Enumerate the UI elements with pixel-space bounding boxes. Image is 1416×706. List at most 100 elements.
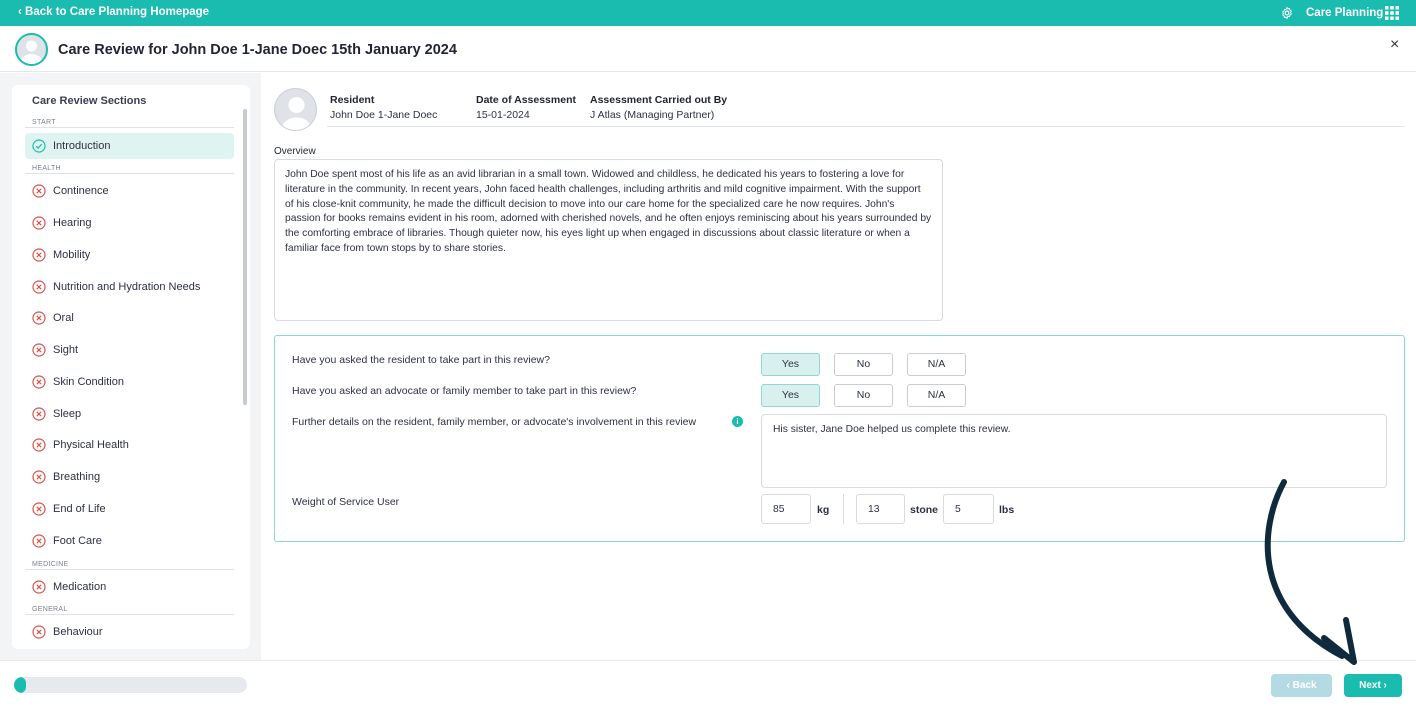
close-icon[interactable]: × bbox=[1390, 36, 1399, 54]
x-circle-icon bbox=[32, 470, 46, 484]
weight-kg-input[interactable]: 85 bbox=[761, 494, 811, 524]
x-circle-icon bbox=[32, 438, 46, 452]
sidebar-item-label: Introduction bbox=[53, 140, 111, 152]
sidebar-item-behaviour[interactable]: Behaviour bbox=[25, 619, 234, 645]
sidebar-item-medication[interactable]: Medication bbox=[25, 574, 234, 600]
sidebar-item-continence[interactable]: Continence bbox=[25, 178, 234, 204]
x-circle-icon bbox=[32, 343, 46, 357]
divider bbox=[25, 127, 234, 128]
involvement-card: Have you asked the resident to take part… bbox=[274, 335, 1405, 542]
question-resident-label: Have you asked the resident to take part… bbox=[292, 354, 550, 366]
group-label-health: HEALTH bbox=[32, 165, 61, 172]
assessor-value: J Atlas (Managing Partner) bbox=[590, 109, 715, 121]
overview-label: Overview bbox=[274, 146, 316, 157]
stone-unit-label: stone bbox=[910, 504, 939, 516]
x-circle-icon bbox=[32, 280, 46, 294]
x-circle-icon bbox=[32, 248, 46, 262]
weight-label: Weight of Service User bbox=[292, 496, 400, 508]
sidebar-item-label: Sight bbox=[53, 344, 79, 356]
sidebar-item-label: Mobility bbox=[53, 249, 91, 261]
divider bbox=[327, 126, 1405, 127]
assessor-label: Assessment Carried out By bbox=[590, 94, 728, 106]
sidebar-item-foot-care[interactable]: Foot Care bbox=[25, 528, 234, 554]
info-icon[interactable]: i bbox=[732, 416, 743, 427]
date-of-assessment-label: Date of Assessment bbox=[476, 94, 576, 106]
user-icon bbox=[280, 97, 313, 130]
x-circle-icon bbox=[32, 311, 46, 325]
next-button[interactable]: Next › bbox=[1344, 674, 1402, 697]
q1-no-button[interactable]: No bbox=[834, 353, 893, 376]
x-circle-icon bbox=[32, 375, 46, 389]
user-icon bbox=[20, 40, 43, 64]
sidebar-item-mobility[interactable]: Mobility bbox=[25, 242, 234, 268]
group-label-general: GENERAL bbox=[32, 606, 68, 613]
group-label-start: START bbox=[32, 119, 56, 126]
sidebar-item-label: Oral bbox=[53, 312, 74, 324]
progress-bar bbox=[14, 677, 247, 693]
q1-na-button[interactable]: N/A bbox=[907, 353, 966, 376]
x-circle-icon bbox=[32, 625, 46, 639]
sidebar-item-label: Sleep bbox=[53, 408, 82, 420]
sidebar-item-breathing[interactable]: Breathing bbox=[25, 464, 234, 490]
divider bbox=[25, 569, 234, 570]
resident-avatar-large bbox=[274, 88, 317, 131]
q2-yes-button[interactable]: Yes bbox=[761, 384, 820, 407]
weight-stone-input[interactable]: 13 bbox=[856, 494, 905, 524]
sidebar-item-sleep[interactable]: Sleep bbox=[25, 401, 234, 427]
sidebar-item-label: Physical Health bbox=[53, 439, 129, 451]
sidebar-scrollbar[interactable] bbox=[243, 109, 247, 405]
question-advocate-label: Have you asked an advocate or family mem… bbox=[292, 385, 637, 397]
overview-textarea[interactable]: John Doe spent most of his life as an av… bbox=[274, 159, 943, 321]
sidebar-item-sight[interactable]: Sight bbox=[25, 337, 234, 363]
q2-na-button[interactable]: N/A bbox=[907, 384, 966, 407]
top-bar: ‹ Back to Care Planning Homepage Care Pl… bbox=[0, 0, 1416, 26]
weight-lbs-input[interactable]: 5 bbox=[943, 494, 994, 524]
sections-card: Care Review Sections START Introduction … bbox=[12, 85, 250, 649]
sidebar-item-label: Medication bbox=[53, 581, 107, 593]
sidebar-item-nutrition[interactable]: Nutrition and Hydration Needs bbox=[25, 274, 234, 300]
page-header: Care Review for John Doe 1-Jane Doec 15t… bbox=[0, 26, 1416, 72]
sidebar-item-label: End of Life bbox=[53, 503, 106, 515]
app-name: Care Planning bbox=[1306, 7, 1384, 19]
divider bbox=[25, 614, 234, 615]
back-button[interactable]: ‹ Back bbox=[1271, 674, 1332, 697]
sidebar-item-label: Skin Condition bbox=[53, 376, 124, 388]
divider bbox=[843, 494, 844, 524]
details-textarea[interactable]: His sister, Jane Doe helped us complete … bbox=[761, 414, 1387, 488]
sidebar: Care Review Sections START Introduction … bbox=[0, 73, 261, 660]
sidebar-item-introduction[interactable]: Introduction bbox=[25, 133, 234, 159]
group-label-medicine: MEDICINE bbox=[32, 561, 69, 568]
back-to-homepage-link[interactable]: ‹ Back to Care Planning Homepage bbox=[18, 6, 209, 18]
resident-avatar bbox=[15, 33, 48, 66]
sidebar-item-oral[interactable]: Oral bbox=[25, 305, 234, 331]
kg-unit-label: kg bbox=[817, 504, 830, 516]
sidebar-item-label: Continence bbox=[53, 185, 109, 197]
sidebar-item-end-of-life[interactable]: End of Life bbox=[25, 496, 234, 522]
details-label: Further details on the resident, family … bbox=[292, 416, 697, 428]
sidebar-item-hearing[interactable]: Hearing bbox=[25, 210, 234, 236]
divider bbox=[25, 173, 234, 174]
x-circle-icon bbox=[32, 534, 46, 548]
resident-value: John Doe 1-Jane Doec bbox=[330, 109, 438, 121]
check-circle-icon bbox=[32, 139, 46, 153]
progress-fill bbox=[14, 677, 26, 693]
date-of-assessment-value: 15-01-2024 bbox=[476, 109, 530, 121]
x-circle-icon bbox=[32, 502, 46, 516]
footer: ‹ Back Next › bbox=[0, 660, 1416, 706]
lbs-unit-label: lbs bbox=[999, 504, 1015, 516]
sidebar-item-skin-condition[interactable]: Skin Condition bbox=[25, 369, 234, 395]
grid-icon[interactable] bbox=[1385, 6, 1399, 20]
sidebar-item-physical-health[interactable]: Physical Health bbox=[25, 432, 234, 458]
sidebar-item-label: Nutrition and Hydration Needs bbox=[53, 281, 201, 293]
x-circle-icon bbox=[32, 407, 46, 421]
q1-yes-button[interactable]: Yes bbox=[761, 353, 820, 376]
page-title: Care Review for John Doe 1-Jane Doec 15t… bbox=[58, 42, 457, 58]
x-circle-icon bbox=[32, 216, 46, 230]
q2-no-button[interactable]: No bbox=[834, 384, 893, 407]
sidebar-item-label: Hearing bbox=[53, 217, 92, 229]
gear-icon[interactable] bbox=[1280, 6, 1294, 20]
x-circle-icon bbox=[32, 184, 46, 198]
resident-label: Resident bbox=[330, 94, 375, 106]
sidebar-item-label: Breathing bbox=[53, 471, 101, 483]
main-content: Resident John Doe 1-Jane Doec Date of As… bbox=[261, 73, 1416, 660]
